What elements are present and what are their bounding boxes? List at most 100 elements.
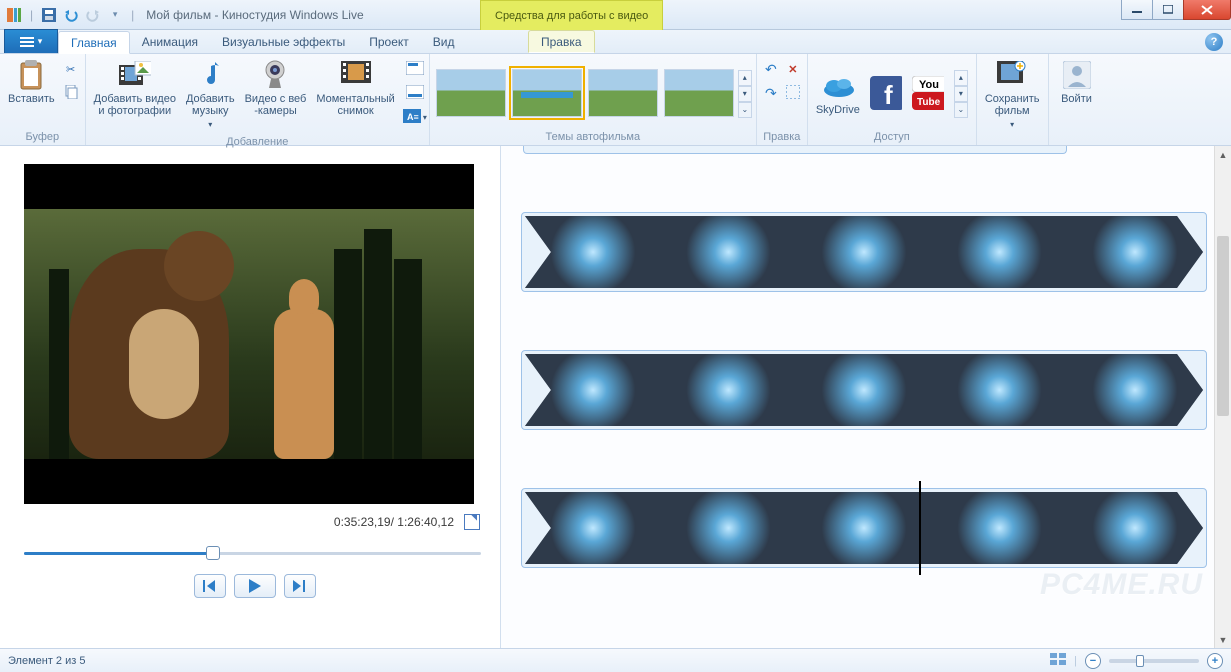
playhead[interactable] [919, 481, 921, 575]
preview-video[interactable] [24, 164, 474, 504]
themes-scroll-up[interactable]: ▴ [738, 70, 752, 86]
workspace: 0:35:23,19/ 1:26:40,12 [0, 146, 1231, 648]
select-all-button[interactable] [783, 83, 803, 103]
add-video-photo-label: Добавить видео и фотографии [94, 93, 176, 117]
group-share-label: Доступ [808, 131, 976, 145]
themes-more[interactable]: ⌄ [738, 102, 752, 118]
signin-label: Войти [1061, 93, 1092, 105]
film-photo-icon [119, 59, 151, 91]
scroll-down-icon[interactable]: ▼ [1215, 631, 1231, 648]
skydrive-label: SkyDrive [816, 104, 860, 116]
rotate-right-button[interactable]: ↷ [761, 83, 781, 103]
add-video-photo-button[interactable]: Добавить видео и фотографии [90, 57, 180, 119]
tab-animation[interactable]: Анимация [130, 30, 210, 53]
next-frame-button[interactable] [284, 574, 316, 598]
facebook-button[interactable]: f [866, 75, 906, 111]
scroll-up-icon[interactable]: ▲ [1215, 146, 1231, 163]
maximize-button[interactable] [1152, 0, 1184, 20]
webcam-button[interactable]: Видео с веб -камеры [241, 57, 311, 119]
copy-button[interactable] [61, 83, 81, 103]
facebook-icon: f [870, 77, 902, 109]
window-title: Мой фильм - Киностудия Windows Live [146, 8, 363, 22]
qat-dropdown-icon[interactable]: ▾ [107, 7, 123, 23]
clip-row-partial[interactable] [523, 146, 1067, 154]
contextual-tab-header: Средства для работы с видео [480, 0, 663, 30]
scroll-thumb[interactable] [1217, 236, 1229, 416]
add-music-button[interactable]: Добавить музыку ▾ [182, 57, 239, 133]
seek-bar[interactable] [24, 544, 486, 562]
clip-row-2[interactable] [521, 350, 1207, 430]
rotate-left-button[interactable]: ↶ [761, 59, 781, 79]
group-save-movie: Сохранить фильм ▾ [977, 54, 1049, 145]
timeline-pane[interactable]: ▲ ▼ PC4ME.RU [500, 146, 1231, 648]
rotate-left-icon: ↶ [765, 61, 777, 78]
qat-sep2: | [131, 8, 134, 22]
theme-thumb-3[interactable] [588, 69, 658, 117]
svg-text:f: f [884, 80, 893, 110]
status-sep: | [1074, 655, 1077, 667]
help-button[interactable]: ? [1205, 33, 1223, 51]
save-icon[interactable] [41, 7, 57, 23]
play-button[interactable] [234, 574, 276, 598]
tab-home[interactable]: Главная [58, 31, 130, 54]
title-bar: | ▾ | Мой фильм - Киностудия Windows Liv… [0, 0, 1231, 30]
paste-label: Вставить [8, 93, 55, 105]
window-buttons [1122, 0, 1231, 22]
person-icon [1061, 59, 1093, 91]
tab-view[interactable]: Вид [421, 30, 467, 53]
share-scroll-up[interactable]: ▴ [954, 70, 968, 86]
save-movie-button[interactable]: Сохранить фильм ▾ [981, 57, 1044, 133]
fullscreen-button[interactable] [464, 514, 480, 530]
snapshot-button[interactable]: Моментальный снимок [312, 57, 398, 119]
theme-thumb-1[interactable] [436, 69, 506, 117]
group-signin-label [1049, 143, 1105, 145]
skydrive-button[interactable]: SkyDrive [812, 68, 864, 118]
delete-button[interactable]: ✕ [783, 59, 803, 79]
themes-scroll-down[interactable]: ▾ [738, 86, 752, 102]
undo-icon[interactable] [63, 7, 79, 23]
copy-icon [64, 85, 78, 102]
chevron-down-icon: ▾ [208, 119, 212, 131]
redo-icon[interactable] [85, 7, 101, 23]
group-add: Добавить видео и фотографии Добавить муз… [86, 54, 430, 145]
youtube-button[interactable]: YouTube [908, 75, 948, 111]
svg-text:Tube: Tube [917, 97, 941, 108]
add-title-button[interactable] [405, 59, 425, 79]
clip-row-3[interactable] [521, 488, 1207, 568]
tab-visual-effects[interactable]: Визуальные эффекты [210, 30, 357, 53]
group-edit-label: Правка [757, 131, 807, 145]
cut-button[interactable]: ✂ [61, 59, 81, 79]
share-more-button[interactable]: ▴ ▾ ⌄ [950, 66, 972, 120]
delete-x-icon: ✕ [788, 63, 797, 76]
share-scroll-down[interactable]: ▾ [954, 86, 968, 102]
preview-pane: 0:35:23,19/ 1:26:40,12 [0, 146, 500, 648]
group-save-label [977, 143, 1048, 145]
theme-thumb-2[interactable] [512, 69, 582, 117]
vertical-scrollbar[interactable]: ▲ ▼ [1214, 146, 1231, 648]
add-caption-button[interactable] [405, 83, 425, 103]
zoom-slider[interactable] [1109, 659, 1199, 663]
theme-thumb-4[interactable] [664, 69, 734, 117]
paste-button[interactable]: Вставить [4, 57, 59, 107]
add-credits-button[interactable]: A≡▾ [405, 107, 425, 127]
close-button[interactable] [1183, 0, 1231, 20]
credits-icon: A≡ [403, 109, 421, 126]
share-more[interactable]: ⌄ [954, 102, 968, 118]
clip-row-1[interactable] [521, 212, 1207, 292]
zoom-out-button[interactable]: − [1085, 653, 1101, 669]
minimize-button[interactable] [1121, 0, 1153, 20]
file-menu-button[interactable]: ▾ [4, 29, 58, 53]
webcam-label: Видео с веб -камеры [245, 93, 307, 117]
youtube-icon: YouTube [912, 77, 944, 109]
snapshot-icon [340, 59, 372, 91]
ribbon: Вставить ✂ Буфер Добавить видео и фотогр… [0, 54, 1231, 146]
status-item-count: Элемент 2 из 5 [8, 655, 85, 667]
zoom-in-button[interactable]: + [1207, 653, 1223, 669]
prev-frame-button[interactable] [194, 574, 226, 598]
rotate-right-icon: ↷ [765, 85, 777, 102]
signin-button[interactable]: Войти [1053, 57, 1101, 107]
group-signin: Войти [1049, 54, 1105, 145]
view-thumbnails-button[interactable] [1050, 653, 1066, 668]
tab-project[interactable]: Проект [357, 30, 421, 53]
tab-edit-context[interactable]: Правка [528, 30, 595, 53]
